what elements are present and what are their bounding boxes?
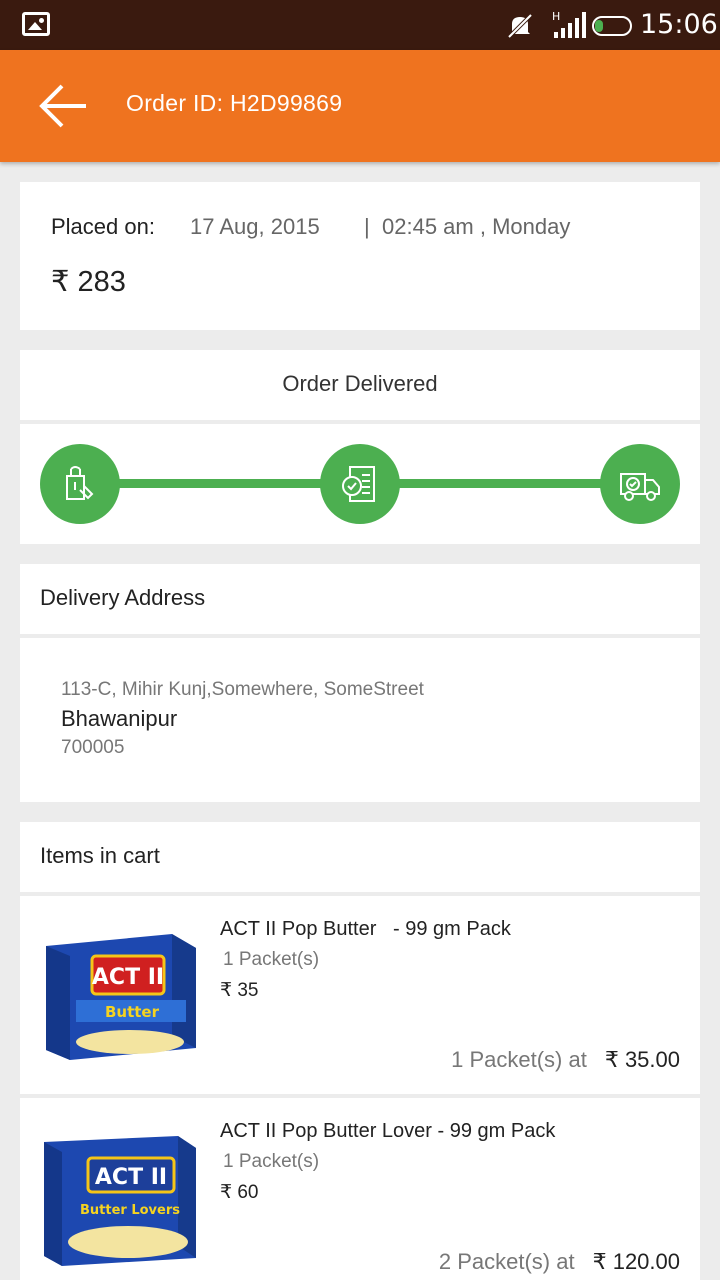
- step-packed: [40, 444, 120, 524]
- order-amount: ₹ 283: [51, 266, 126, 298]
- delivery-address-header: Delivery Address: [20, 564, 700, 634]
- item-price: ₹ 60: [220, 1182, 259, 1203]
- item-summary: 2 Packet(s) at ₹ 120.00: [439, 1249, 680, 1275]
- order-status-text: Order Delivered: [282, 371, 438, 396]
- arrow-left-icon[interactable]: [36, 80, 90, 132]
- step-confirmed: [320, 444, 400, 524]
- items-in-cart-header: Items in cart: [20, 822, 700, 892]
- product-image: ACT II Butter: [46, 934, 196, 1060]
- svg-text:Butter: Butter: [105, 1003, 160, 1021]
- delivery-address-card: 113-C, Mihir Kunj,Somewhere, SomeStreet …: [20, 638, 700, 802]
- page-title: Order ID: H2D99869: [126, 90, 343, 116]
- item-summary-total: ₹ 120.00: [592, 1249, 680, 1274]
- svg-text:H: H: [552, 10, 560, 23]
- order-summary-card: Placed on: 17 Aug, 2015 | 02:45 am , Mon…: [20, 182, 700, 330]
- order-date: 17 Aug, 2015: [190, 214, 320, 239]
- shopping-bag-icon: [66, 466, 94, 500]
- placed-on-label: Placed on:: [51, 214, 155, 239]
- items-in-cart-heading: Items in cart: [40, 843, 160, 868]
- gallery-icon: [22, 12, 50, 36]
- cart-item[interactable]: ACT II Butter ACT II Pop Butter - 99 gm …: [20, 896, 700, 1094]
- item-price: ₹ 35: [220, 980, 259, 1001]
- battery-icon: [592, 16, 632, 36]
- signal-icon: H: [552, 10, 586, 38]
- app-bar: Order ID: H2D99869: [0, 50, 720, 162]
- svg-text:ACT II: ACT II: [92, 965, 164, 990]
- status-time: 15:06: [640, 9, 718, 40]
- delivery-truck-icon: [620, 473, 660, 501]
- item-quantity: 1 Packet(s): [223, 1151, 320, 1172]
- step-delivered: [600, 444, 680, 524]
- svg-text:ACT II: ACT II: [95, 1165, 167, 1190]
- item-summary: 1 Packet(s) at ₹ 35.00: [451, 1047, 680, 1073]
- order-confirmed-icon: [342, 466, 375, 502]
- svg-text:Butter Lovers: Butter Lovers: [80, 1203, 180, 1218]
- order-progress-tracker: [20, 424, 700, 544]
- item-summary-quantity: 2 Packet(s) at: [438, 1249, 575, 1274]
- item-summary-total: ₹ 35.00: [604, 1047, 680, 1072]
- item-name: ACT II Pop Butter Lover - 99 gm Pack: [220, 1120, 556, 1142]
- mute-icon: [507, 13, 533, 39]
- order-status-card: Order Delivered: [20, 350, 700, 420]
- item-summary-quantity: 1 Packet(s) at: [451, 1047, 587, 1072]
- address-pincode: 700005: [61, 737, 125, 758]
- address-line-1: 113-C, Mihir Kunj,Somewhere, SomeStreet: [61, 679, 424, 700]
- date-separator: |: [364, 214, 370, 239]
- delivery-address-heading: Delivery Address: [40, 585, 206, 610]
- order-time: 02:45 am , Monday: [382, 214, 571, 239]
- status-bar: H 15:06: [0, 0, 720, 50]
- cart-item[interactable]: ACT II Butter Lovers ACT II Pop Butter L…: [20, 1098, 700, 1280]
- address-locality: Bhawanipur: [61, 706, 178, 731]
- item-quantity: 1 Packet(s): [223, 949, 320, 970]
- product-image: ACT II Butter Lovers: [44, 1136, 196, 1266]
- item-name: ACT II Pop Butter - 99 gm Pack: [220, 918, 511, 940]
